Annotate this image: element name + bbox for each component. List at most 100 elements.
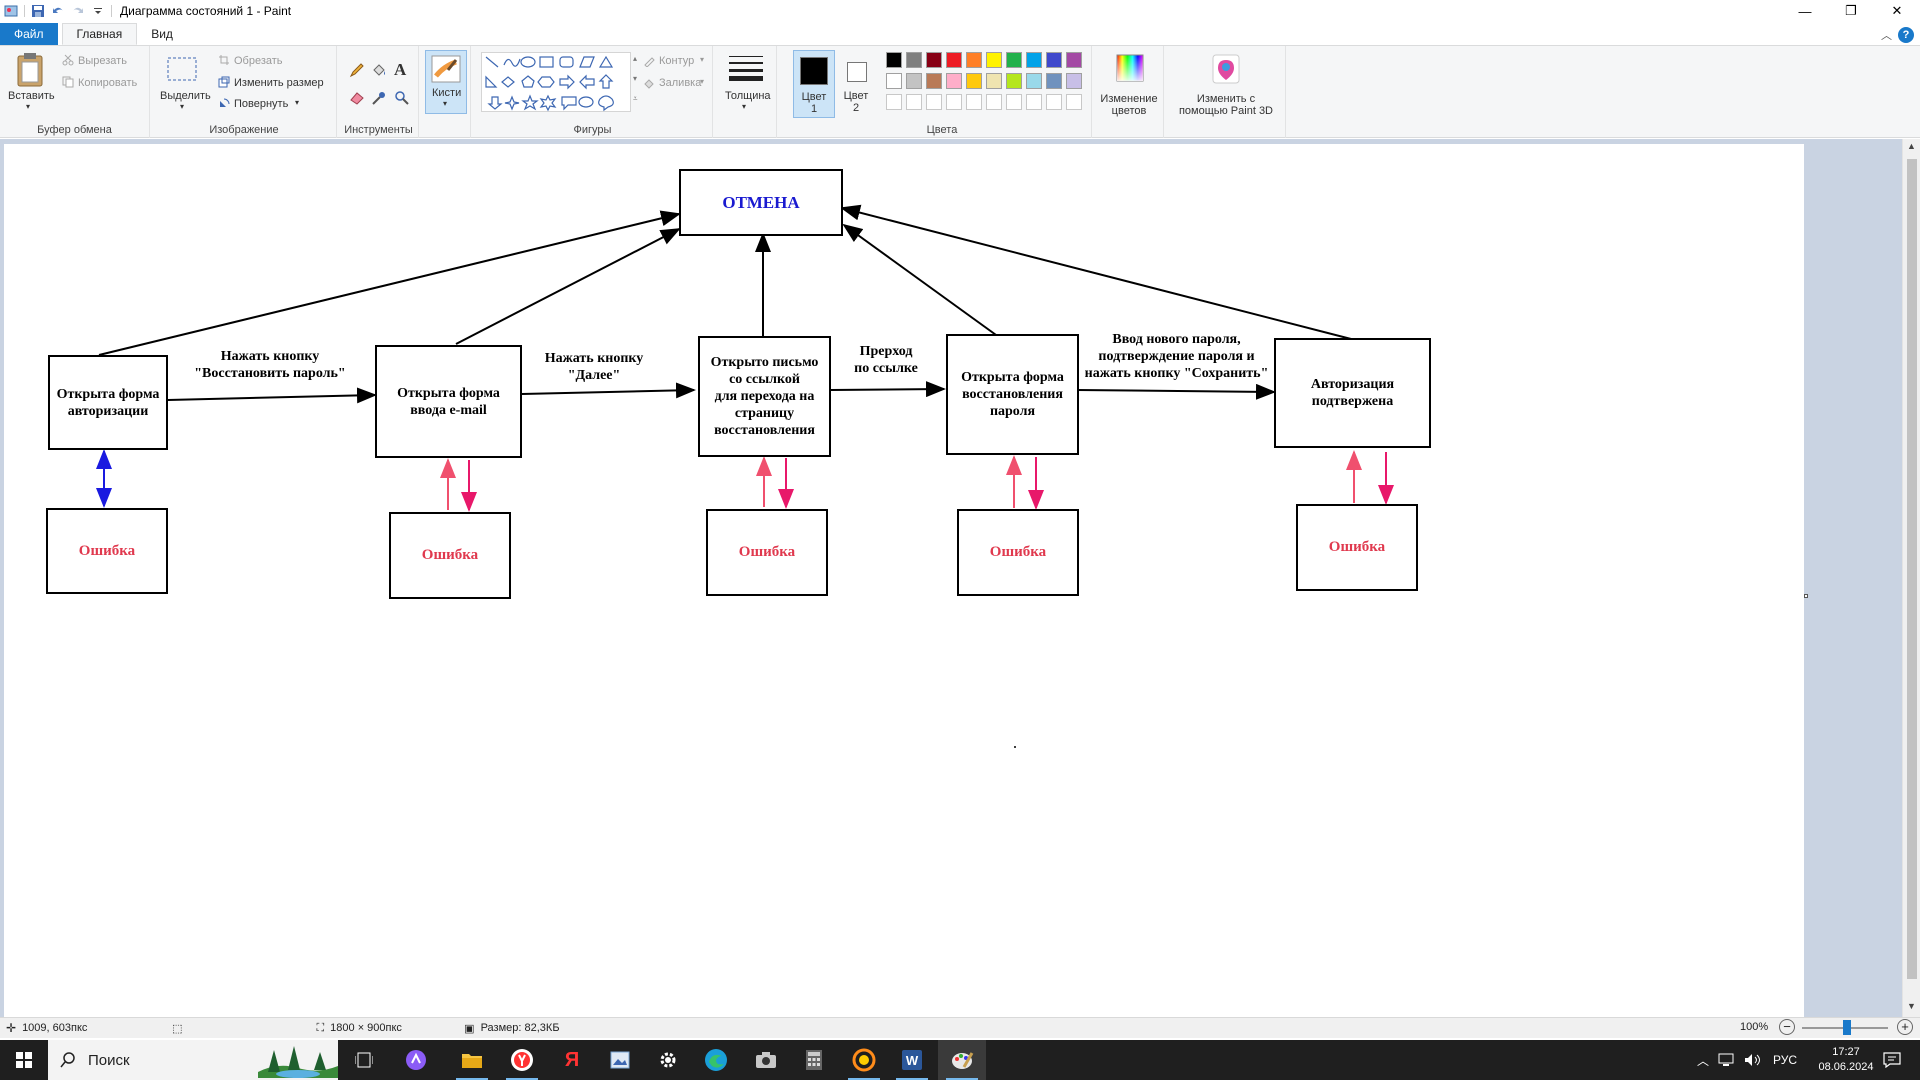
vertical-scrollbar[interactable]: ▲ ▼ [1902,139,1920,1017]
eraser-icon[interactable] [349,90,365,109]
paste-dropdown-icon[interactable]: ▾ [26,102,30,111]
shapes-scroll-down-icon[interactable]: ▾ [633,74,637,83]
outline-button[interactable]: Контур [659,55,694,67]
yandex-browser-button[interactable] [498,1040,546,1080]
color-swatch[interactable] [946,52,962,68]
copy-button[interactable]: Копировать [78,77,137,89]
fill-button[interactable]: Заливка [659,77,701,89]
color-picker-icon[interactable] [371,90,387,109]
color2-button[interactable]: Цвет 2 [838,50,876,118]
color-swatch[interactable] [1006,52,1022,68]
tray-overflow-icon[interactable]: ︿ [1694,1040,1712,1080]
color-swatch[interactable] [1066,52,1082,68]
color-swatch[interactable] [926,94,942,110]
music-app-button[interactable] [840,1040,888,1080]
color-swatch[interactable] [946,94,962,110]
select-dropdown-icon[interactable]: ▾ [180,102,184,111]
color-swatch[interactable] [886,52,902,68]
maximize-button[interactable]: ❐ [1828,0,1874,22]
rotate-button[interactable]: Повернуть [234,98,288,110]
word-button[interactable]: W [888,1040,936,1080]
calculator-button[interactable] [790,1040,838,1080]
image-viewer-button[interactable] [596,1040,644,1080]
fill-dropdown-icon[interactable]: ▾ [700,77,704,86]
task-view-button[interactable] [340,1040,388,1080]
color-swatch[interactable] [886,94,902,110]
minimize-button[interactable]: — [1782,0,1828,22]
yandex-button[interactable]: Я [548,1040,596,1080]
color-swatch[interactable] [1026,52,1042,68]
shapes-scroll-up-icon[interactable]: ▴ [633,54,637,63]
size-button[interactable]: Толщина ▾ [719,50,773,118]
tab-home[interactable]: Главная [61,23,138,45]
color-swatch[interactable] [926,73,942,89]
redo-icon[interactable] [71,4,85,18]
start-button[interactable] [0,1040,48,1080]
canvas-resize-handle[interactable] [1804,594,1808,598]
rotate-dropdown-icon[interactable]: ▾ [295,98,299,107]
color-swatch[interactable] [1066,94,1082,110]
color-swatch[interactable] [1046,73,1062,89]
shapes-gallery[interactable] [481,52,631,112]
color-swatch[interactable] [906,94,922,110]
paste-button[interactable]: Вставить [8,90,55,102]
fill-bucket-icon[interactable] [371,62,387,81]
magnifier-icon[interactable] [394,90,410,109]
select-button[interactable]: Выделить [160,90,211,102]
pencil-icon[interactable] [349,62,365,81]
save-icon[interactable] [31,4,45,18]
scroll-down-icon[interactable]: ▼ [1907,1001,1916,1011]
color-swatch[interactable] [1026,94,1042,110]
language-indicator[interactable]: РУС [1768,1040,1802,1080]
color-swatch[interactable] [966,73,982,89]
color-swatch[interactable] [906,52,922,68]
volume-icon[interactable] [1742,1040,1764,1080]
color-swatch[interactable] [1006,73,1022,89]
notifications-button[interactable] [1872,1040,1912,1080]
shapes-expand-icon[interactable]: ⩡ [633,94,638,104]
settings-button[interactable] [644,1040,692,1080]
scrollbar-thumb[interactable] [1907,159,1917,979]
color-swatch[interactable] [986,94,1002,110]
tab-view[interactable]: Вид [137,23,187,45]
color-swatch[interactable] [966,52,982,68]
cut-button[interactable]: Вырезать [78,55,127,67]
color-swatch[interactable] [886,73,902,89]
collapse-ribbon-icon[interactable]: ︿ [1881,27,1892,43]
color-swatch[interactable] [1066,73,1082,89]
customize-quick-access-icon[interactable] [91,4,105,18]
search-highlight-image[interactable] [258,1040,338,1080]
paste-icon[interactable] [16,52,44,91]
select-icon[interactable] [166,56,198,87]
paint-app-icon[interactable] [4,4,18,18]
color-swatch[interactable] [906,73,922,89]
drawing-canvas[interactable]: ОТМЕНА Открыта форма авторизации Открыта… [4,144,1808,1017]
edit-colors-button[interactable]: Изменение цветов [1096,50,1162,122]
paint3d-button[interactable]: Изменить с помощью Paint 3D [1168,50,1284,122]
zoom-out-icon[interactable]: − [1779,1019,1795,1035]
color-swatch[interactable] [926,52,942,68]
color-swatch[interactable] [1046,52,1062,68]
color1-button[interactable]: Цвет 1 [793,50,835,118]
color-swatch[interactable] [986,52,1002,68]
edge-button[interactable] [692,1040,740,1080]
camera-button[interactable] [742,1040,790,1080]
text-tool-icon[interactable]: A [394,60,406,80]
file-explorer-button[interactable] [448,1040,496,1080]
crop-button[interactable]: Обрезать [234,55,283,67]
color-swatch[interactable] [986,73,1002,89]
close-button[interactable]: ✕ [1874,0,1920,22]
color-swatch[interactable] [1026,73,1042,89]
zoom-in-icon[interactable]: + [1897,1019,1913,1035]
network-icon[interactable] [1716,1040,1738,1080]
color-swatch[interactable] [946,73,962,89]
help-icon[interactable]: ? [1898,27,1914,43]
color-swatch[interactable] [966,94,982,110]
scroll-up-icon[interactable]: ▲ [1907,141,1916,151]
color-swatch[interactable] [1006,94,1022,110]
outline-dropdown-icon[interactable]: ▾ [700,55,704,64]
tab-file[interactable]: Файл [0,23,58,45]
brushes-button[interactable]: Кисти ▾ [425,50,467,114]
undo-icon[interactable] [51,4,65,18]
zoom-slider-thumb[interactable] [1843,1020,1851,1035]
